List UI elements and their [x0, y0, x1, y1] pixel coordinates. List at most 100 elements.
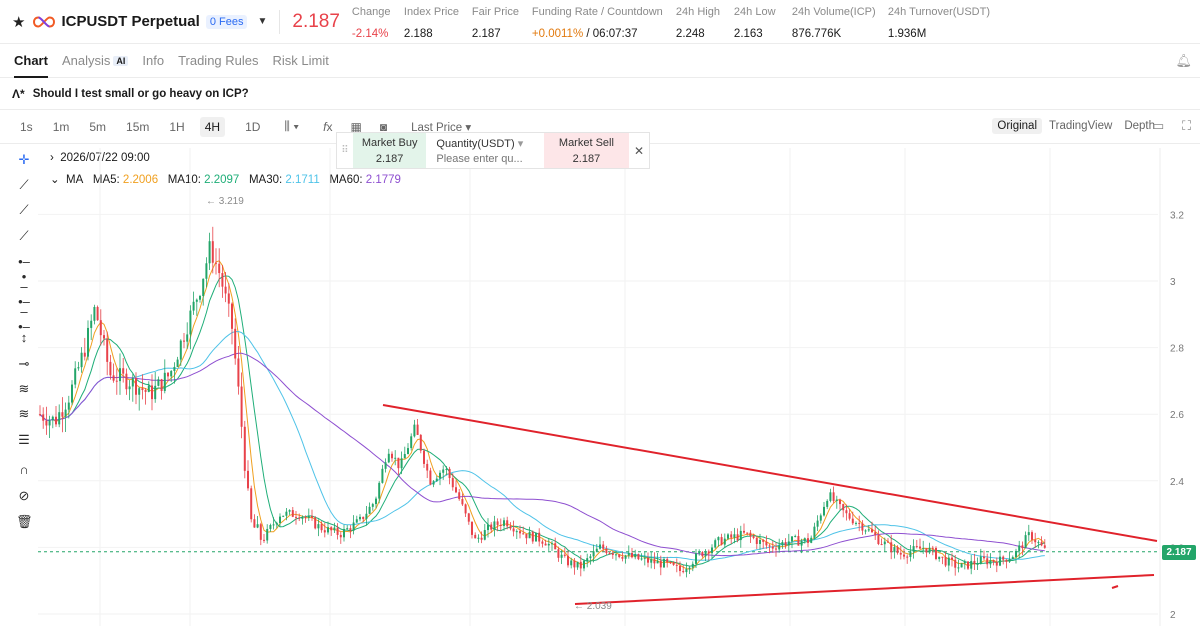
candle-body	[215, 262, 217, 264]
candle-body	[781, 542, 784, 546]
price-line-icon[interactable]: ⊸	[16, 356, 32, 372]
candle-body	[320, 524, 323, 531]
candle-body	[394, 457, 397, 459]
candle-type-icon[interactable]: ⫼ ▾	[284, 119, 299, 134]
trendline-tool-icon[interactable]: ⟋	[16, 177, 32, 193]
magnet-icon[interactable]: ∩	[16, 462, 32, 477]
collapse-chevron-icon[interactable]: ⌄	[50, 174, 60, 186]
candle-body	[509, 526, 512, 529]
candle-body	[423, 450, 425, 464]
ai-badge: AI	[113, 55, 129, 66]
candle-body	[983, 556, 985, 559]
ma5-value: 2.2006	[122, 174, 159, 186]
ma5-line	[39, 260, 1046, 570]
timeframe-1s[interactable]: 1s	[20, 120, 33, 134]
candle-body	[666, 559, 669, 563]
candle-body	[327, 527, 329, 533]
candle-body	[307, 516, 310, 518]
candle-body	[858, 522, 861, 524]
indicator-fx-icon[interactable]: fx	[323, 120, 332, 134]
hide-drawings-icon[interactable]: ⊘	[16, 488, 32, 504]
candle-body	[253, 519, 256, 528]
candle-body	[691, 563, 694, 568]
candle-body	[301, 517, 304, 519]
candle-body	[506, 520, 509, 527]
candle-body	[967, 561, 969, 569]
candle-body	[819, 515, 822, 521]
current-price-tag: 2.187	[1162, 545, 1196, 560]
candle-body	[925, 548, 928, 553]
symbol-selector[interactable]: ★ ICPUSDT Perpetual 0 Fees ▼	[0, 0, 267, 44]
timeframe-1m[interactable]: 1m	[53, 120, 70, 134]
candle-body	[522, 533, 525, 535]
drag-handle-icon[interactable]: ⠿	[337, 133, 353, 168]
stat-label: 24h Low	[733, 5, 776, 18]
fullscreen-icon[interactable]: ⛶	[1182, 118, 1191, 134]
candle-body	[458, 492, 461, 500]
candle-body	[1024, 535, 1027, 549]
timeframe-4h[interactable]: 4H	[199, 116, 226, 137]
tab-risk-limit[interactable]: Risk Limit	[273, 44, 329, 78]
candle-body	[259, 524, 262, 540]
vertical-line-icon[interactable]: ↕	[16, 330, 32, 345]
fib-tool-icon[interactable]: ≋	[16, 406, 32, 422]
ma5-name: MA5:	[92, 174, 120, 186]
timeframe-1h[interactable]: 1H	[169, 120, 184, 134]
tab-info[interactable]: Info	[142, 44, 164, 78]
timeframe-1d[interactable]: 1D	[245, 120, 260, 134]
ma-label: MA	[66, 174, 84, 186]
candle-body	[375, 498, 377, 505]
chevron-down-icon[interactable]: ▼	[257, 16, 267, 27]
ray-tool-icon[interactable]: ⟋	[16, 202, 32, 218]
expand-chevron-icon[interactable]: ›	[50, 152, 54, 164]
tab-trading-rules[interactable]: Trading Rules	[178, 44, 258, 78]
timeframe-5m[interactable]: 5m	[89, 120, 106, 134]
extended-line-icon[interactable]: ⟋	[16, 228, 32, 244]
crosshair-icon[interactable]: ✛	[16, 152, 32, 168]
candle-body	[813, 526, 816, 538]
market-buy-button[interactable]: Market Buy 2.187	[352, 133, 427, 168]
candle-body	[1005, 559, 1008, 562]
candle-body	[567, 555, 569, 566]
candle-body	[317, 524, 320, 529]
candle-body	[627, 553, 630, 556]
candle-body	[659, 560, 662, 568]
close-icon[interactable]: ✕	[629, 133, 649, 168]
quantity-label[interactable]: Quantity(USDT) ▾	[436, 137, 543, 150]
candle-body	[64, 409, 67, 417]
stat-value-text: 2.163	[733, 27, 763, 40]
stat-value: -2.14%	[352, 28, 404, 40]
view-original[interactable]: Original	[992, 118, 1043, 134]
candle-body	[403, 453, 406, 459]
candle-body	[483, 530, 486, 540]
quantity-input[interactable]	[436, 152, 537, 165]
lines-list-icon[interactable]: ☰	[16, 432, 32, 448]
channel-tool-icon[interactable]: ≋	[16, 381, 32, 397]
stat-value: 2.163	[734, 28, 792, 40]
candle-body	[954, 559, 957, 568]
price-tick: 2.6	[1170, 410, 1184, 421]
tab-analysis[interactable]: Analysis AI	[62, 44, 129, 78]
market-buy-label: Market Buy	[361, 136, 418, 149]
ai-question-bar[interactable]: Ʌ* Should I test small or go heavy on IC…	[0, 78, 1200, 110]
view-tradingview[interactable]: TradingView	[1044, 118, 1117, 134]
candle-body	[551, 543, 553, 545]
candle-body	[1002, 556, 1005, 560]
candle-body	[499, 524, 502, 526]
favorite-star-icon[interactable]: ★	[12, 13, 25, 31]
candle-body	[1018, 545, 1021, 551]
timeframe-15m[interactable]: 15m	[126, 120, 149, 134]
market-sell-button[interactable]: Market Sell 2.187	[543, 133, 630, 168]
candle-body	[800, 541, 803, 546]
candle-body	[759, 539, 761, 544]
candle-body	[1043, 545, 1046, 548]
candle-body	[413, 424, 416, 437]
candle-body	[797, 535, 800, 546]
delete-drawings-icon[interactable]: 🗑︎	[16, 514, 33, 530]
bell-icon[interactable]: 🔔︎	[1175, 53, 1192, 69]
stat-value-extra: / 06:07:37	[583, 27, 638, 40]
tab-chart[interactable]: Chart	[14, 44, 48, 78]
candle-body	[400, 458, 403, 469]
panel-layout-icon[interactable]: ▭	[1152, 118, 1164, 134]
symbol-name: ICPUSDT Perpetual	[61, 13, 200, 30]
